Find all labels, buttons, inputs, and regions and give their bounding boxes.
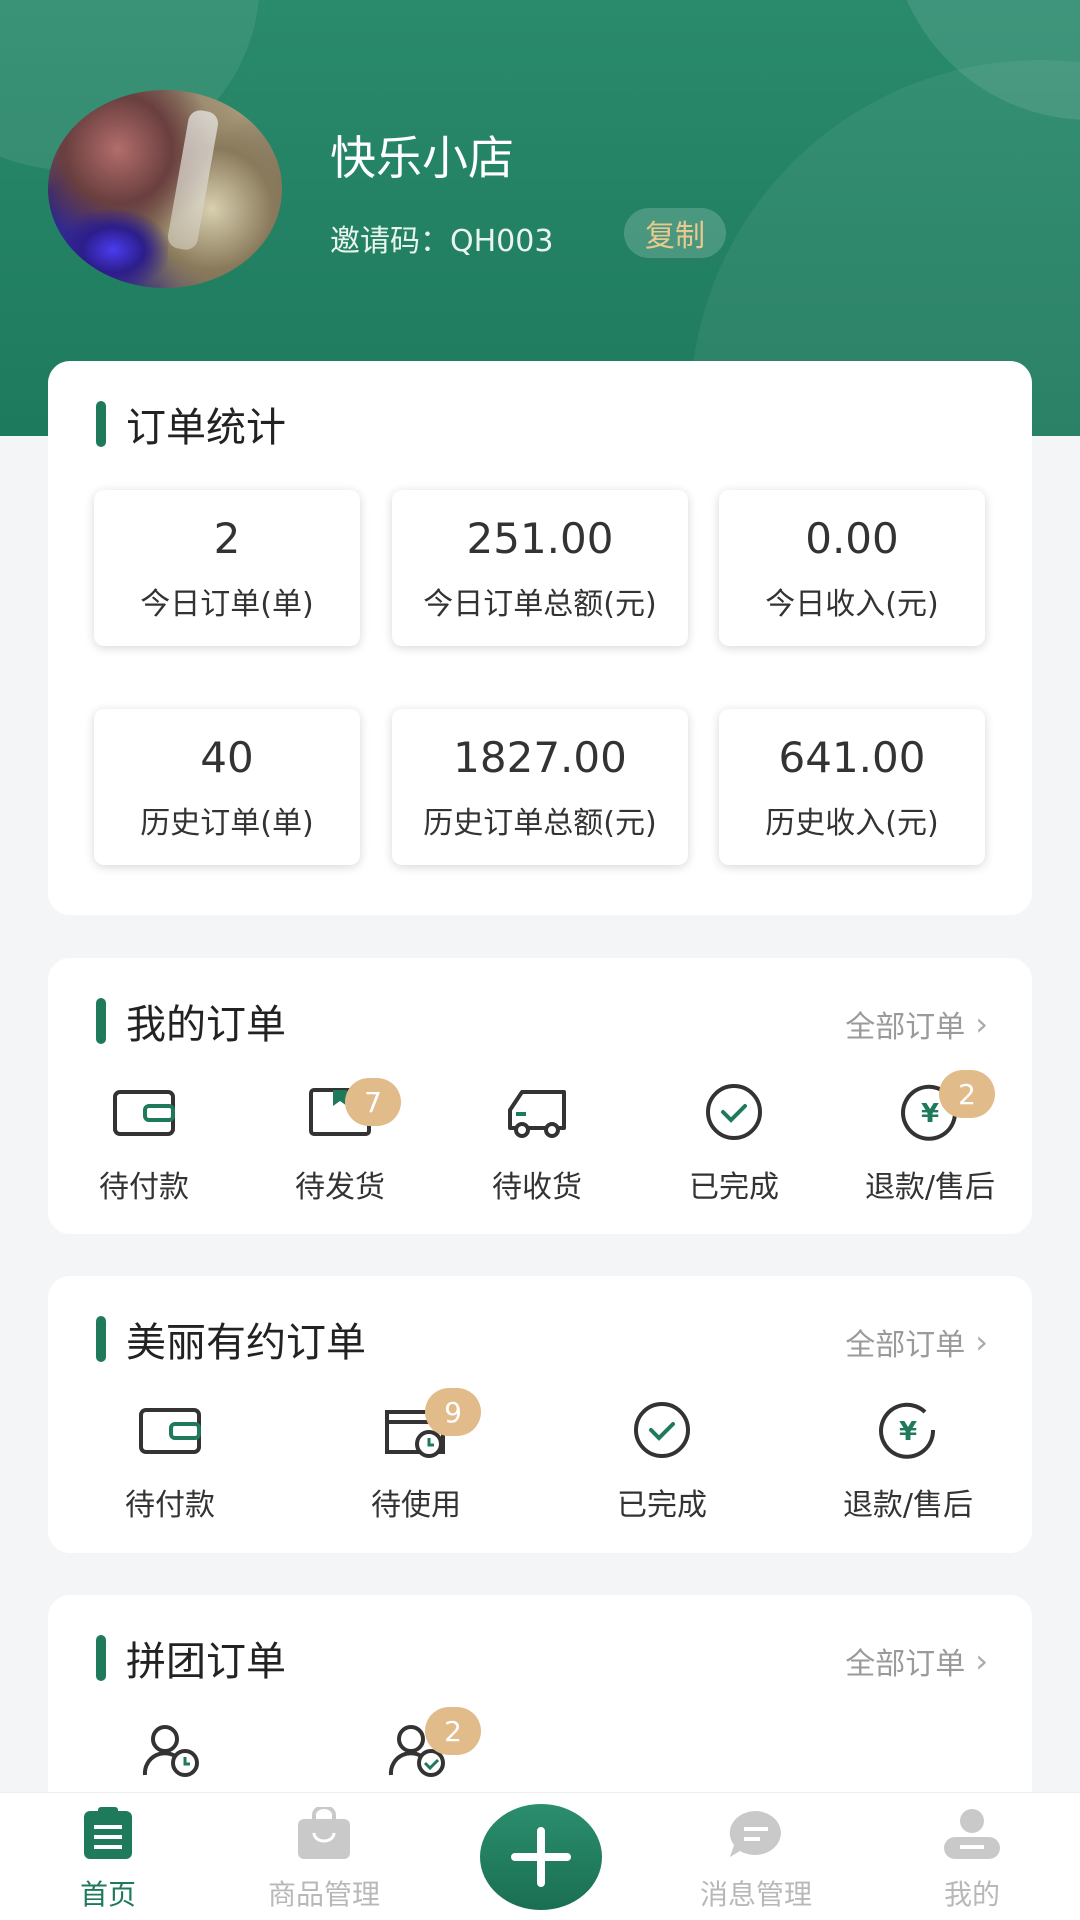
stat-label: 历史收入(元) — [765, 806, 939, 841]
home-clipboard-icon — [78, 1807, 138, 1861]
chevron-right-icon: › — [975, 1642, 988, 1680]
wallet-icon — [135, 1400, 205, 1460]
badge: 2 — [425, 1707, 481, 1755]
stat-today-amount[interactable]: 251.00 今日订单总额(元) — [392, 490, 688, 646]
tab-mine[interactable]: 我的 — [872, 1807, 1072, 1913]
badge: 2 — [939, 1070, 995, 1118]
invite-label: 邀请码： — [330, 224, 450, 259]
svg-text:¥: ¥ — [899, 1417, 917, 1447]
beauty-completed[interactable]: 已完成 — [572, 1400, 752, 1524]
calendar-clock-icon: 9 — [381, 1388, 481, 1460]
section-title: 订单统计 — [96, 395, 286, 453]
badge: 7 — [345, 1078, 401, 1126]
section-title: 拼团订单 — [96, 1629, 286, 1687]
truck-icon — [502, 1082, 572, 1142]
order-completed[interactable]: 已完成 — [644, 1082, 824, 1206]
group-clock-icon — [135, 1719, 205, 1779]
section-title: 我的订单 — [96, 992, 286, 1050]
check-circle-icon — [699, 1082, 769, 1142]
stat-label: 今日订单总额(元) — [423, 587, 657, 622]
chevron-right-icon: › — [975, 1323, 988, 1361]
shop-name: 快乐小店 — [330, 131, 514, 185]
stat-today-orders[interactable]: 2 今日订单(单) — [94, 490, 360, 646]
beauty-refund[interactable]: ¥ 退款/售后 — [818, 1400, 998, 1524]
user-icon — [942, 1807, 1002, 1861]
section-title: 美丽有约订单 — [96, 1310, 366, 1368]
package-icon: 7 — [305, 1078, 401, 1142]
copy-button[interactable]: 复制 — [624, 208, 726, 258]
stat-value: 0.00 — [805, 514, 899, 563]
beauty-pending-use[interactable]: 9 待使用 — [326, 1388, 506, 1524]
stat-history-amount[interactable]: 1827.00 历史订单总额(元) — [392, 709, 688, 865]
all-orders-link[interactable]: 全部订单 › — [845, 1320, 988, 1364]
stat-history-income[interactable]: 641.00 历史收入(元) — [719, 709, 985, 865]
tab-messages[interactable]: 消息管理 — [656, 1807, 856, 1913]
stat-value: 1827.00 — [453, 733, 627, 782]
shop-avatar[interactable] — [48, 90, 282, 288]
stat-label: 今日订单(单) — [140, 587, 314, 622]
bag-icon — [294, 1805, 354, 1861]
badge: 9 — [425, 1388, 481, 1436]
group-check-icon: 2 — [381, 1707, 481, 1779]
invite-code-value: QH003 — [450, 224, 554, 259]
chat-icon — [726, 1807, 786, 1861]
tab-home[interactable]: 首页 — [8, 1807, 208, 1913]
refund-icon: ¥ 2 — [895, 1070, 995, 1142]
order-pending-payment[interactable]: 待付款 — [54, 1082, 234, 1206]
stat-label: 今日收入(元) — [765, 587, 939, 622]
stat-label: 历史订单(单) — [140, 806, 314, 841]
all-orders-link[interactable]: 全部订单 › — [845, 1002, 988, 1046]
all-orders-link[interactable]: 全部订单 › — [845, 1639, 988, 1683]
check-circle-icon — [627, 1400, 697, 1460]
stat-value: 40 — [200, 733, 254, 782]
order-refund[interactable]: ¥ 2 退款/售后 — [840, 1070, 1020, 1206]
beauty-orders-card: 美丽有约订单 全部订单 › 待付款 9 待使用 已完成 ¥ 退款/售后 — [48, 1276, 1032, 1553]
stat-history-orders[interactable]: 40 历史订单(单) — [94, 709, 360, 865]
beauty-pending-payment[interactable]: 待付款 — [80, 1400, 260, 1524]
chevron-right-icon: › — [975, 1005, 988, 1043]
group-order-success[interactable]: 2 — [326, 1707, 506, 1779]
stat-value: 251.00 — [466, 514, 614, 563]
svg-text:¥: ¥ — [921, 1099, 939, 1129]
stat-today-income[interactable]: 0.00 今日收入(元) — [719, 490, 985, 646]
add-button[interactable] — [480, 1804, 602, 1910]
invite-code: 邀请码：QH003 — [330, 216, 553, 260]
plus-icon — [511, 1827, 571, 1887]
tab-products[interactable]: 商品管理 — [224, 1805, 424, 1913]
group-order-waiting[interactable] — [80, 1719, 260, 1779]
order-pending-ship[interactable]: 7 待发货 — [250, 1078, 430, 1206]
stat-value: 2 — [213, 514, 241, 563]
stat-label: 历史订单总额(元) — [423, 806, 657, 841]
order-stats-card: 订单统计 2 今日订单(单) 251.00 今日订单总额(元) 0.00 今日收… — [48, 361, 1032, 915]
my-orders-card: 我的订单 全部订单 › 待付款 7 待发货 待收货 已完成 ¥ 2 退款/售后 — [48, 958, 1032, 1234]
order-pending-receive[interactable]: 待收货 — [447, 1082, 627, 1206]
refund-icon: ¥ — [873, 1400, 943, 1460]
stat-value: 641.00 — [778, 733, 926, 782]
wallet-icon — [109, 1082, 179, 1142]
